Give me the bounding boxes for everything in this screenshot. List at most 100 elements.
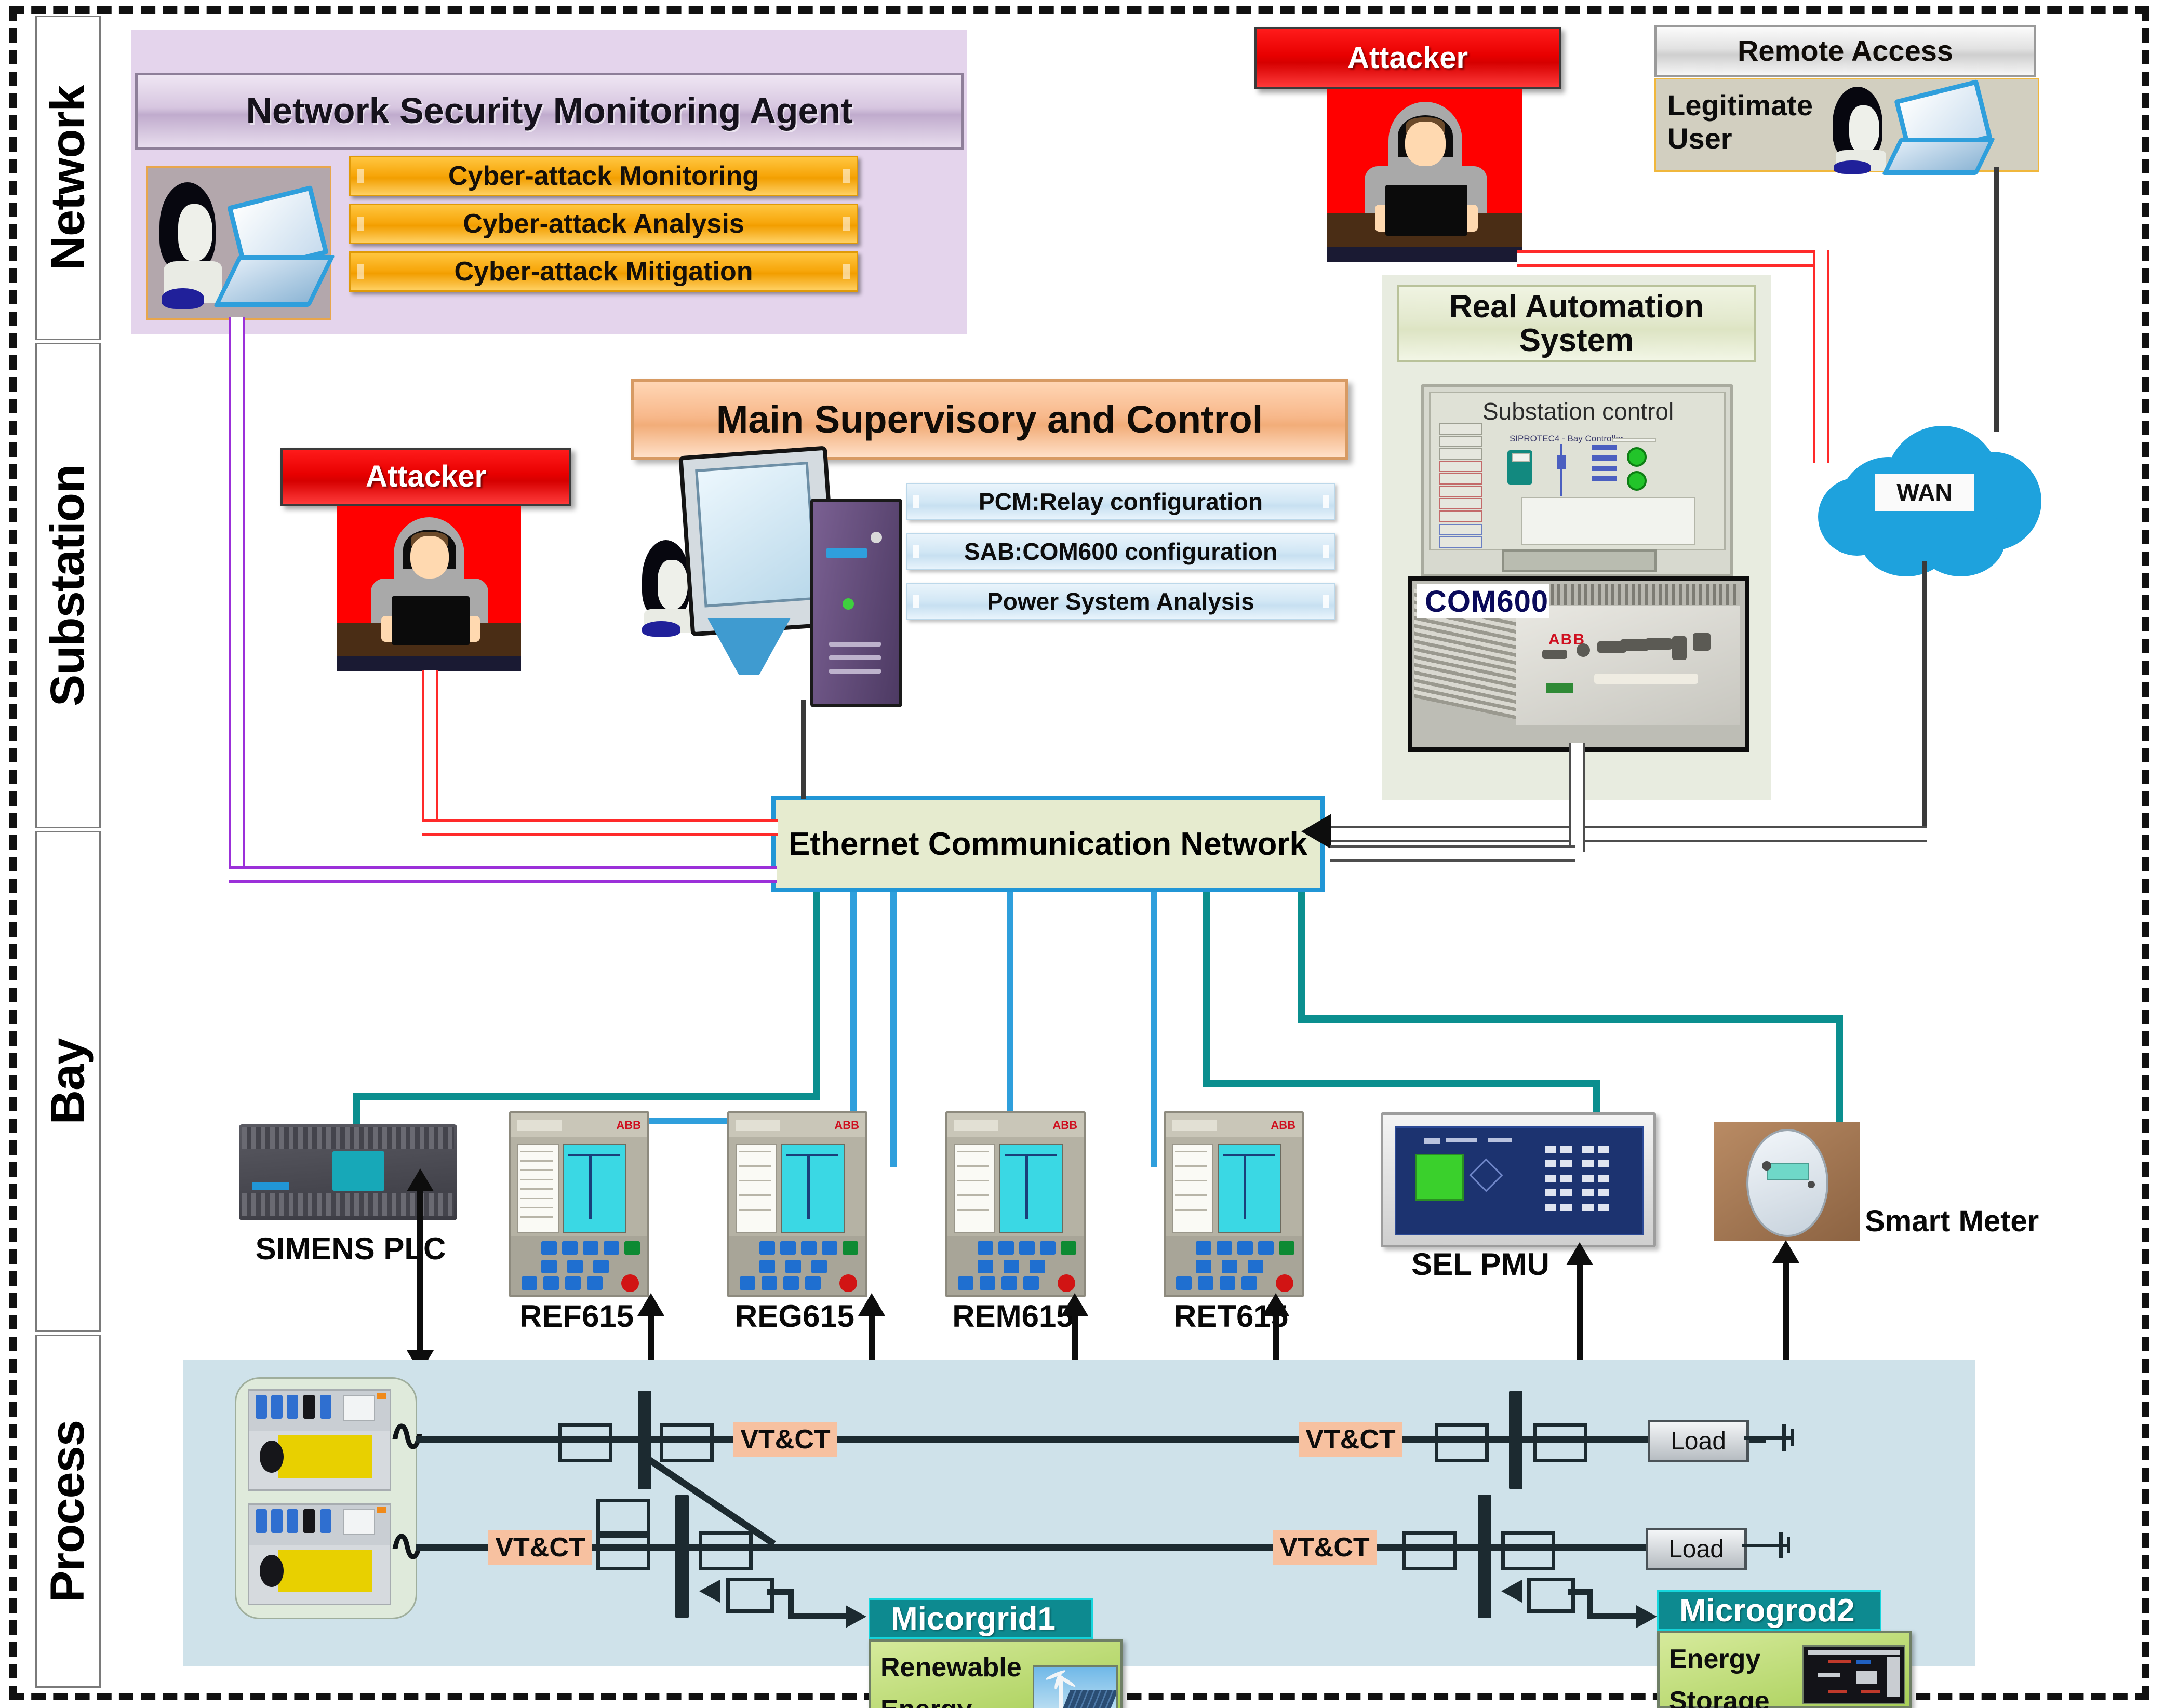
device-label-sel-pmu: SEL PMU — [1411, 1247, 1549, 1282]
vtct-bottom-right: VT&CT — [1273, 1530, 1377, 1565]
msc-item-psa[interactable]: Power System Analysis — [906, 583, 1335, 620]
arrow-up-ret615 — [1262, 1293, 1289, 1316]
wire-attacker-network-to-wan — [1813, 250, 1829, 463]
mg1-tie-seg3 — [788, 1613, 848, 1619]
device-label-ref615: REF615 — [519, 1299, 634, 1334]
device-label-smart-meter: Smart Meter — [1865, 1204, 2039, 1238]
layer-label-network-text: Network — [41, 85, 95, 271]
msc-item-pcm[interactable]: PCM:Relay configuration — [906, 483, 1335, 520]
arrow-up-reg615 — [858, 1293, 885, 1316]
busbar-bottom-right — [1478, 1495, 1491, 1618]
layer-label-bay: Bay — [35, 831, 101, 1332]
wire-wan-to-ethernet — [1330, 826, 1927, 842]
device-label-simens-plc: SIMENS PLC — [255, 1231, 446, 1266]
ground-symbol-bottom-a — [1779, 1532, 1783, 1558]
arrow-wan-to-ethernet — [1301, 814, 1331, 849]
breaker-top-2 — [660, 1423, 714, 1462]
real-automation-system-title: Real Automation System — [1397, 285, 1756, 362]
breaker-bottom-2 — [596, 1531, 650, 1570]
nsma-title: Network Security Monitoring Agent — [135, 73, 964, 150]
wire-attacker-network-horizontal — [1517, 250, 1823, 267]
load-top: Load — [1648, 1420, 1749, 1462]
arrow-mg1-to-bus — [699, 1580, 720, 1603]
device-label-reg615: REG615 — [734, 1299, 855, 1334]
ground-symbol-top-a — [1782, 1424, 1786, 1451]
relay-rem615-device: ABB — [945, 1111, 1086, 1297]
breaker-bottom-4 — [1402, 1531, 1457, 1570]
breaker-top-4 — [1533, 1423, 1587, 1462]
load-bottom: Load — [1646, 1528, 1747, 1570]
relay-reg615-device: ABB — [727, 1111, 867, 1297]
arrow-bus-to-mg1 — [846, 1605, 866, 1628]
layer-label-bay-text: Bay — [41, 1038, 95, 1125]
breaker-mg2-tie — [1527, 1578, 1575, 1613]
wire-com600-to-ethernet — [1330, 845, 1575, 862]
energy-storage-image — [1802, 1645, 1905, 1704]
relay-ret615-device: ABB — [1164, 1111, 1304, 1297]
workstation-tower — [810, 499, 902, 707]
layer-label-substation-text: Substation — [41, 464, 95, 707]
wire-eth-drop-plc-h — [353, 1093, 820, 1100]
arrow-up-ref615 — [637, 1293, 664, 1316]
wire-msc-to-ethernet — [801, 700, 806, 799]
vtct-top-right: VT&CT — [1299, 1422, 1402, 1457]
wire-eth-drop-meter-h — [1298, 1015, 1843, 1023]
wire-eth-drop-plc-v — [813, 892, 820, 1100]
main-supervisory-title: Main Supervisory and Control — [631, 379, 1348, 460]
source-rack-1 — [248, 1389, 391, 1491]
com600-gateway: ABB COM600 — [1408, 576, 1749, 752]
wire-attacker-substation-vertical — [422, 670, 438, 831]
mg2-tie-seg3 — [1587, 1613, 1639, 1619]
substation-control-title: Substation control — [1482, 398, 1674, 425]
wan-label: WAN — [1875, 474, 1974, 511]
com600-label: COM600 — [1417, 584, 1549, 618]
wire-remote-user-to-wan — [1994, 167, 1999, 432]
substation-control-subtitle: SIPROTEC4 - Bay Controller — [1510, 434, 1624, 443]
vtct-top-left: VT&CT — [733, 1422, 837, 1457]
busbar-top-right — [1509, 1391, 1522, 1489]
attacker-network-image — [1327, 89, 1522, 262]
wire-eth-drop-pmu-v — [1203, 892, 1210, 1087]
microgrid2-title: Microgrod2 — [1657, 1590, 1881, 1631]
ethernet-communication-network: Ethernet Communication Network — [771, 796, 1325, 892]
wire-eth-to-ret615 — [1151, 892, 1157, 1167]
operator-laptop-base — [213, 255, 336, 307]
wire-eth-to-reg615 — [890, 892, 897, 1167]
msc-item-sab[interactable]: SAB:COM600 configuration — [906, 533, 1335, 570]
substation-control-screen: Substation control SIPROTEC4 - Bay Contr… — [1421, 384, 1733, 577]
wan-cloud: WAN — [1808, 395, 2099, 582]
attacker-substation-image — [337, 506, 521, 671]
attacker-network-label: Attacker — [1254, 27, 1561, 89]
remote-access-title: Remote Access — [1654, 25, 2036, 77]
wire-nsma-to-ethernet-vertical — [229, 317, 245, 878]
smart-meter-device — [1714, 1122, 1860, 1241]
arrow-mg2-to-bus — [1501, 1580, 1522, 1603]
layer-label-process: Process — [35, 1335, 101, 1688]
source-rack-2 — [248, 1503, 391, 1605]
arrow-up-rem615 — [1061, 1293, 1088, 1316]
nsma-function-analysis[interactable]: Cyber-attack Analysis — [349, 204, 858, 244]
arrow-up-plc — [407, 1168, 434, 1191]
legitimate-user-label: Legitimate User — [1667, 89, 1813, 155]
renewable-energy-image — [1033, 1665, 1118, 1708]
layer-label-network: Network — [35, 16, 101, 340]
arrow-bus-to-mg2 — [1636, 1605, 1657, 1628]
nsma-operator-panel — [146, 166, 336, 320]
vtct-bottom-left: VT&CT — [488, 1530, 592, 1565]
breaker-mg1-tie — [726, 1578, 774, 1613]
sel-pmu-device — [1381, 1112, 1656, 1247]
busbar-top-left — [638, 1391, 651, 1489]
remote-access-panel: Legitimate User — [1654, 78, 2039, 175]
breaker-bottom-5 — [1501, 1531, 1555, 1570]
wire-com600-down — [1569, 743, 1585, 852]
wire-attacker-substation-horizontal — [422, 819, 778, 836]
layer-label-substation: Substation — [35, 343, 101, 828]
wire-wan-down — [1922, 561, 1927, 831]
arrowline-plc — [417, 1184, 423, 1358]
wire-eth-drop-pmu-h — [1203, 1080, 1600, 1087]
nsma-function-mitigation[interactable]: Cyber-attack Mitigation — [349, 251, 858, 292]
breaker-top-3 — [1435, 1423, 1489, 1462]
legitimate-user-laptop-base — [1881, 138, 1996, 175]
wire-eth-drop-meter-v — [1298, 892, 1305, 1022]
nsma-function-monitoring[interactable]: Cyber-attack Monitoring — [349, 156, 858, 196]
